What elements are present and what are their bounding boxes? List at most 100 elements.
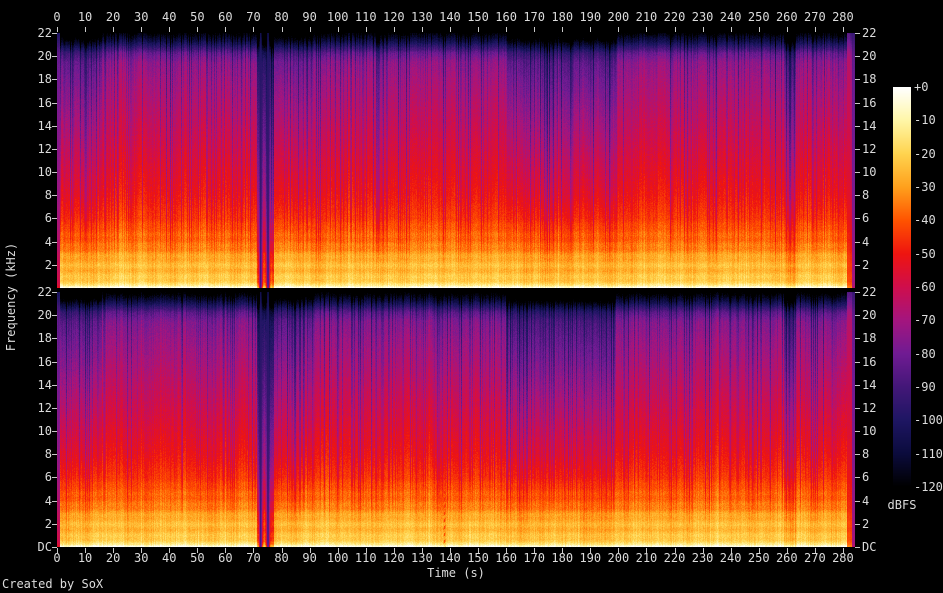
freq-tick-right: [855, 362, 860, 363]
freq-tick-left: [52, 524, 57, 525]
frequency-axis-label: Frequency (kHz): [4, 232, 18, 362]
x-tick: [787, 27, 788, 32]
freq-tick-right: [855, 524, 860, 525]
x-tick-label: 270: [804, 10, 826, 24]
dbfs-unit-label: dBFS: [888, 498, 917, 512]
freq-tick-right: [855, 292, 860, 293]
x-tick-label: 130: [411, 10, 433, 24]
colorbar-tick-label: -30: [914, 180, 936, 194]
x-tick: [310, 27, 311, 32]
x-tick: [731, 27, 732, 32]
freq-tick-label-right: 18: [862, 331, 876, 345]
colorbar-tick-label: -70: [914, 313, 936, 327]
freq-tick-right: [855, 408, 860, 409]
freq-tick-left: [52, 547, 57, 548]
freq-tick-left: [52, 56, 57, 57]
x-tick: [197, 27, 198, 32]
freq-tick-right: [855, 149, 860, 150]
freq-tick-right: [855, 33, 860, 34]
freq-tick-right: [855, 56, 860, 57]
freq-tick-label-left: DC: [8, 540, 52, 554]
colorbar-tick-label: -20: [914, 147, 936, 161]
freq-tick-left: [52, 103, 57, 104]
x-tick: [366, 27, 367, 32]
freq-tick-label-left: 10: [8, 424, 52, 438]
freq-tick-right: [855, 218, 860, 219]
x-tick: [282, 27, 283, 32]
x-tick-label: 0: [53, 10, 60, 24]
x-tick: [57, 27, 58, 32]
freq-tick-label-left: 4: [8, 494, 52, 508]
freq-tick-label-right: 22: [862, 26, 876, 40]
x-tick-label: 40: [162, 10, 176, 24]
freq-tick-label-left: 6: [8, 470, 52, 484]
x-tick-label: 120: [383, 10, 405, 24]
freq-tick-label-left: 14: [8, 378, 52, 392]
colorbar-tick-label: -90: [914, 380, 936, 394]
x-tick-label: 260: [776, 10, 798, 24]
freq-tick-right: [855, 338, 860, 339]
x-tick-label: 100: [327, 551, 349, 565]
freq-tick-label-left: 10: [8, 165, 52, 179]
freq-tick-label-left: 20: [8, 49, 52, 63]
x-tick-label: 200: [608, 551, 630, 565]
freq-tick-left: [52, 79, 57, 80]
freq-tick-right: [855, 501, 860, 502]
colorbar-tick-label: +0: [914, 80, 928, 94]
x-tick: [562, 27, 563, 32]
x-tick-label: 140: [439, 10, 461, 24]
x-tick-label: 30: [134, 551, 148, 565]
freq-tick-label-right: 12: [862, 142, 876, 156]
freq-tick-right: [855, 385, 860, 386]
colorbar-tick-label: -100: [914, 413, 943, 427]
x-tick-label: 180: [551, 551, 573, 565]
colorbar-gradient: [893, 87, 911, 487]
x-tick-label: 10: [78, 551, 92, 565]
freq-tick-left: [52, 477, 57, 478]
x-tick-label: 70: [246, 551, 260, 565]
x-tick-label: 210: [636, 10, 658, 24]
freq-tick-label-right: 10: [862, 165, 876, 179]
freq-tick-label-right: 2: [862, 517, 869, 531]
freq-tick-left: [52, 172, 57, 173]
x-tick-label: 110: [355, 10, 377, 24]
freq-tick-label-right: 6: [862, 211, 869, 225]
x-tick: [85, 27, 86, 32]
x-tick: [506, 27, 507, 32]
x-tick: [338, 27, 339, 32]
freq-tick-left: [52, 338, 57, 339]
x-tick: [113, 27, 114, 32]
x-tick: [534, 27, 535, 32]
freq-tick-label-right: 22: [862, 285, 876, 299]
x-tick: [225, 27, 226, 32]
freq-tick-label-right: 8: [862, 188, 869, 202]
freq-tick-label-left: 12: [8, 142, 52, 156]
x-tick-label: 260: [776, 551, 798, 565]
x-tick-label: 190: [579, 551, 601, 565]
freq-tick-left: [52, 362, 57, 363]
freq-tick-left: [52, 315, 57, 316]
freq-tick-left: [52, 33, 57, 34]
x-tick: [450, 27, 451, 32]
x-tick-label: 130: [411, 551, 433, 565]
time-axis-label: Time (s): [427, 566, 485, 580]
x-tick-label: 250: [748, 10, 770, 24]
freq-tick-label-left: 16: [8, 96, 52, 110]
x-tick: [141, 27, 142, 32]
x-tick-label: 220: [664, 551, 686, 565]
freq-tick-left: [52, 149, 57, 150]
freq-tick-label-right: 16: [862, 96, 876, 110]
x-tick-label: 110: [355, 551, 377, 565]
freq-tick-left: [52, 501, 57, 502]
x-tick-label: 210: [636, 551, 658, 565]
freq-tick-left: [52, 195, 57, 196]
x-tick-label: 170: [523, 551, 545, 565]
freq-tick-label-right: 6: [862, 470, 869, 484]
x-tick-label: 280: [832, 551, 854, 565]
freq-tick-label-right: 12: [862, 401, 876, 415]
colorbar-tick-label: -40: [914, 213, 936, 227]
freq-tick-right: [855, 126, 860, 127]
colorbar-tick-label: -110: [914, 447, 943, 461]
freq-tick-right: [855, 547, 860, 548]
x-tick-label: 120: [383, 551, 405, 565]
